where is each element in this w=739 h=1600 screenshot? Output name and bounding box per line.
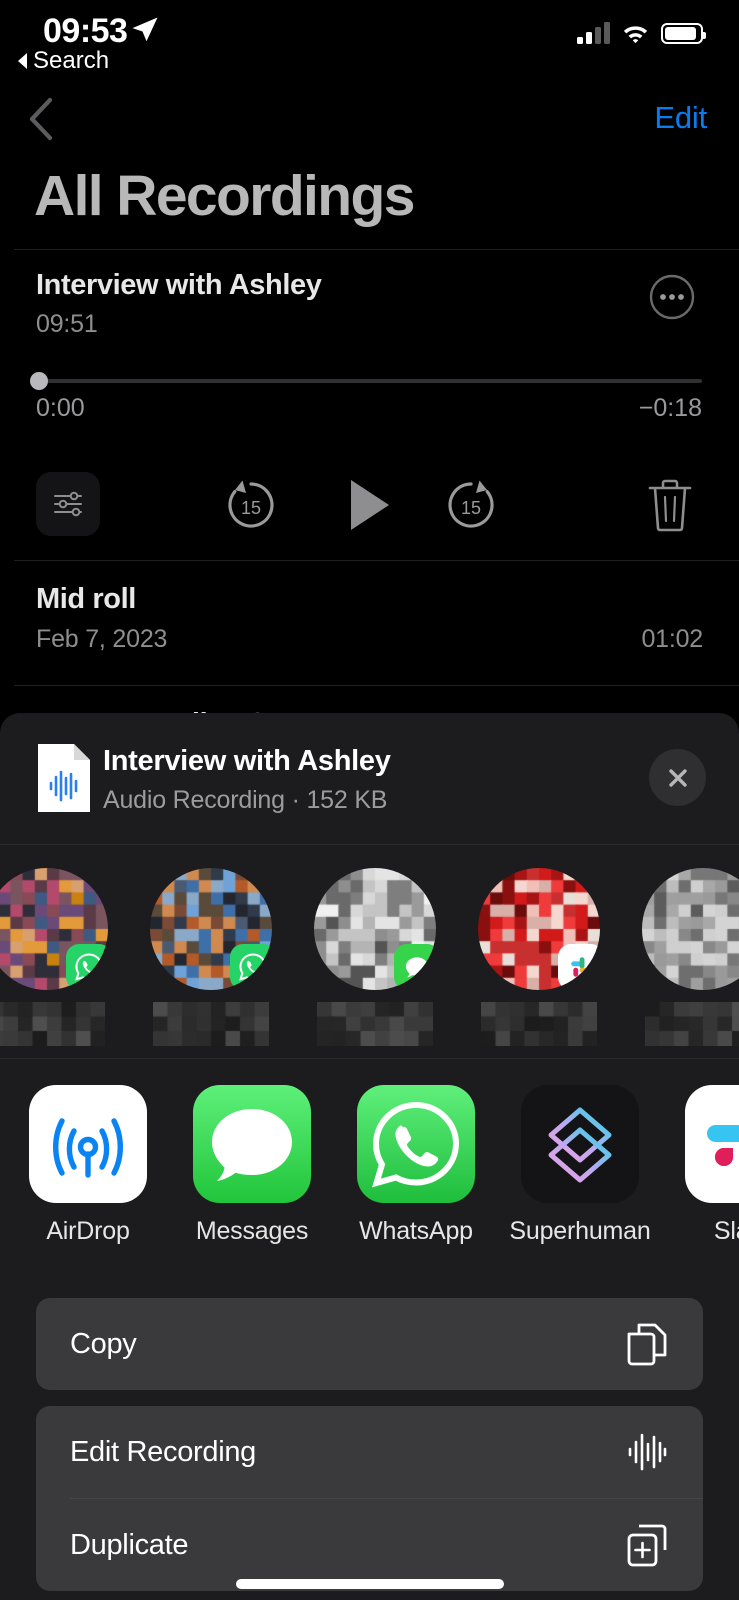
delete-button[interactable] — [644, 476, 696, 534]
battery-icon — [661, 23, 706, 44]
share-app-airdrop[interactable]: AirDrop — [6, 1085, 170, 1246]
scrubber-times: 0:00 −0:18 — [36, 394, 702, 424]
back-to-search-label: Search — [33, 47, 110, 74]
contact-name-redacted — [645, 1002, 739, 1046]
whatsapp-badge-icon — [66, 944, 108, 990]
location-arrow-icon — [132, 17, 158, 42]
share-file-title: Interview with Ashley — [103, 745, 391, 777]
share-file-subtitle: Audio Recording · 152 KB — [103, 786, 388, 814]
contact-avatar — [314, 868, 436, 990]
trash-icon — [648, 479, 692, 532]
ellipsis-circle-icon[interactable] — [648, 273, 696, 321]
back-triangle-icon — [18, 53, 27, 69]
messages-badge-icon — [394, 944, 436, 990]
share-app-superhuman[interactable]: Superhuman — [498, 1085, 662, 1246]
scrubber-track[interactable] — [30, 372, 702, 390]
audio-file-icon — [38, 744, 90, 812]
playback-scrubber[interactable]: 0:00 −0:18 — [30, 372, 702, 424]
elapsed-time: 0:00 — [36, 394, 85, 422]
waveform-icon — [628, 1433, 667, 1471]
close-button[interactable] — [649, 749, 706, 806]
action-edit-recording[interactable]: Edit Recording — [36, 1406, 703, 1498]
share-contacts-row[interactable] — [0, 845, 739, 1058]
share-contact[interactable] — [306, 868, 444, 1046]
iphone-screen: 09:53 Search Edit All Recordings Intervi… — [0, 0, 739, 1600]
share-contact[interactable] — [0, 868, 116, 1046]
action-label: Edit Recording — [70, 1435, 257, 1468]
recording-item-expanded[interactable]: Interview with Ashley 09:51 0:00 −0:18 1… — [0, 250, 739, 560]
recording-title: Interview with Ashley — [36, 269, 322, 301]
close-icon — [668, 768, 687, 787]
app-label: AirDrop — [46, 1217, 130, 1245]
recording-date: Feb 7, 2023 — [36, 625, 168, 653]
recording-subtitle: 09:51 — [36, 310, 98, 338]
share-apps-row[interactable]: AirDrop Messages WhatsApp Superhuman Sl — [0, 1059, 739, 1274]
skip-back-15-button[interactable]: 15 — [222, 476, 280, 534]
action-group: Copy — [36, 1298, 703, 1390]
share-contact[interactable] — [470, 868, 608, 1046]
contact-name-redacted — [153, 1002, 269, 1046]
whatsapp-icon — [357, 1085, 475, 1203]
app-label: Superhuman — [509, 1217, 651, 1245]
app-label: Slack — [713, 1217, 739, 1245]
action-group: Edit Recording Duplicate — [36, 1406, 703, 1591]
sliders-icon — [54, 491, 82, 517]
share-app-slack[interactable]: Slack — [662, 1085, 739, 1246]
share-app-messages[interactable]: Messages — [170, 1085, 334, 1246]
contact-name-redacted — [0, 1002, 105, 1046]
contact-name-redacted — [317, 1002, 433, 1046]
share-sheet-header: Interview with Ashley Audio Recording · … — [0, 713, 739, 844]
page-title: All Recordings — [34, 164, 415, 228]
share-contact[interactable] — [634, 868, 739, 1046]
playback-controls: 15 15 — [0, 472, 739, 542]
whatsapp-badge-icon — [230, 944, 272, 990]
duplicate-icon — [627, 1524, 667, 1567]
action-duplicate[interactable]: Duplicate — [36, 1499, 703, 1591]
share-actions: Copy Edit Recording Duplicate — [0, 1298, 739, 1591]
action-copy[interactable]: Copy — [36, 1298, 703, 1390]
share-contact[interactable] — [142, 868, 280, 1046]
share-app-whatsapp[interactable]: WhatsApp — [334, 1085, 498, 1246]
messages-icon — [193, 1085, 311, 1203]
playback-settings-button[interactable] — [36, 472, 100, 536]
copy-icon — [627, 1323, 667, 1366]
app-label: WhatsApp — [359, 1217, 473, 1245]
recording-duration: 01:02 — [641, 625, 703, 653]
svg-text:15: 15 — [461, 498, 481, 518]
action-label: Duplicate — [70, 1528, 189, 1561]
superhuman-icon — [521, 1085, 639, 1203]
play-icon — [351, 480, 389, 530]
action-label: Copy — [70, 1327, 137, 1360]
recording-title: Mid roll — [36, 583, 136, 615]
svg-text:15: 15 — [241, 498, 261, 518]
play-button[interactable] — [337, 474, 399, 536]
edit-button[interactable]: Edit — [654, 100, 707, 136]
contact-avatar — [478, 868, 600, 990]
slack-badge-icon — [558, 944, 600, 990]
home-indicator — [235, 1579, 504, 1589]
wifi-icon — [623, 26, 648, 44]
contact-name-redacted — [481, 1002, 597, 1046]
back-to-search-button[interactable]: Search — [18, 47, 109, 75]
cellular-signal-icon — [577, 22, 610, 44]
scrubber-knob[interactable] — [30, 372, 48, 390]
contact-avatar — [0, 868, 108, 990]
status-bar: 09:53 Search — [0, 0, 739, 80]
skip-forward-15-button[interactable]: 15 — [442, 476, 500, 534]
status-bar-indicators — [577, 22, 706, 44]
go-forward-15-icon: 15 — [448, 480, 494, 528]
navigation-bar: Edit — [0, 92, 739, 150]
contact-avatar — [642, 868, 739, 990]
app-label: Messages — [195, 1217, 309, 1245]
status-bar-time: 09:53 — [43, 12, 128, 50]
go-back-15-icon: 15 — [228, 480, 274, 528]
share-sheet: Interview with Ashley Audio Recording · … — [0, 713, 739, 1600]
airdrop-icon — [29, 1085, 147, 1203]
recording-item[interactable]: Mid roll Feb 7, 2023 01:02 — [0, 561, 739, 685]
remaining-time: −0:18 — [638, 394, 702, 422]
slack-icon — [685, 1085, 739, 1203]
chevron-left-icon[interactable] — [20, 94, 64, 144]
contact-avatar — [150, 868, 272, 990]
